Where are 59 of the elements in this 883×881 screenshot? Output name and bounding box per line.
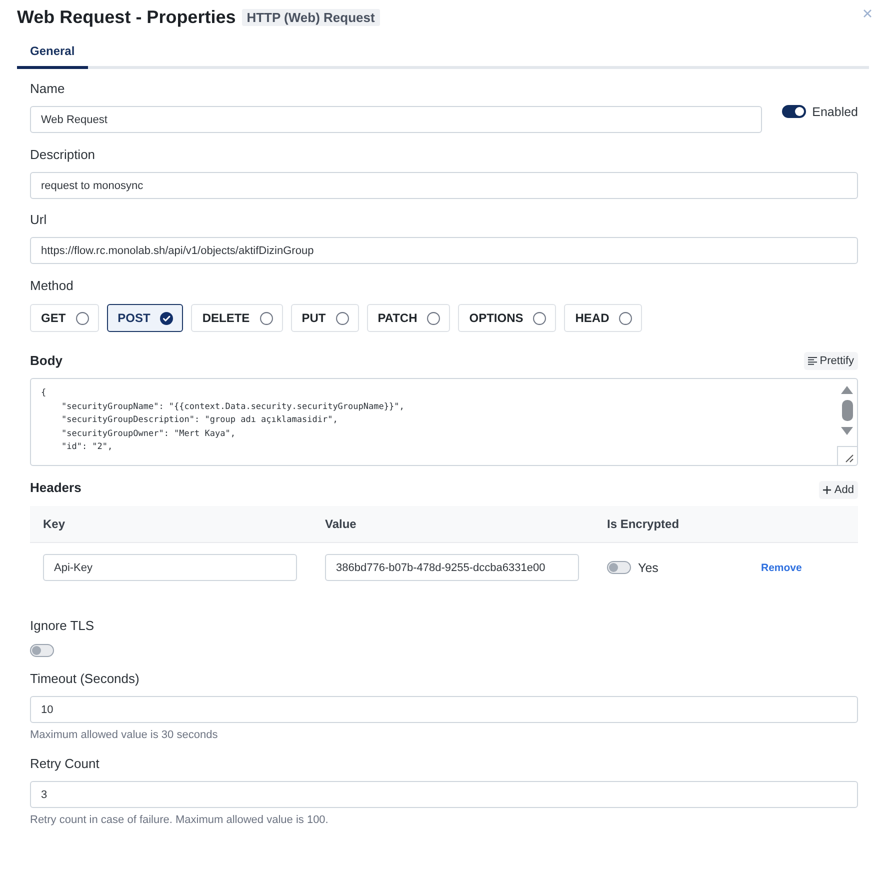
body-editor[interactable]: { "securityGroupName": "{{context.Data.security.securityGroupName}}", "securityGroupDescription": "group adı açıklamasidir", "securityGroupOwner": "Mert Kaya", "id": "2", [30, 378, 858, 466]
code-line: { [41, 387, 46, 400]
prettify-button[interactable]: Prettify [804, 352, 858, 370]
header-value-input[interactable]: 386bd776-b07b-478d-9255-dccba6331e00 [325, 554, 579, 581]
method-option[interactable]: OPTIONS [458, 304, 556, 332]
scroll-down-arrow-icon[interactable] [841, 427, 853, 435]
column-header: Is Encrypted [607, 517, 680, 531]
remove-link[interactable]: Remove [761, 562, 802, 574]
align-left-icon [808, 357, 817, 365]
method-option[interactable]: PUT [290, 304, 359, 332]
column-header: Key [43, 517, 66, 531]
column-header: Value [325, 517, 356, 531]
timeout-label: Timeout (Seconds) [30, 671, 140, 687]
retry-count-hint: Retry count in case of failure. Maximum allowed value is 100. [30, 813, 328, 827]
url-input[interactable]: https://flow.rc.monolab.sh/api/v1/objects/aktifDizinGroup [30, 237, 858, 264]
scroll-up-arrow-icon[interactable] [841, 386, 853, 394]
url-label: Url [30, 212, 47, 228]
retry-count-label: Retry Count [30, 756, 100, 772]
encrypted-label: Yes [638, 560, 658, 574]
code-line: "securityGroupName": "{{context.Data.security.securityGroupName}}", [60, 400, 404, 414]
description-label: Description [30, 147, 96, 163]
timeout-input[interactable]: 10 [30, 696, 858, 723]
header-key-input[interactable]: Api-Key [43, 554, 297, 581]
plus-icon [823, 486, 832, 494]
method-option[interactable]: POST [106, 304, 184, 332]
enabled-label: Enabled [812, 104, 858, 118]
radio-circle-icon [533, 312, 546, 324]
ignore-tls-label: Ignore TLS [30, 618, 94, 634]
type-badge: HTTP (Web) Request [242, 8, 380, 26]
name-label: Name [30, 81, 65, 97]
code-line: "id": "2", [60, 441, 113, 454]
scrollbar-thumb[interactable] [842, 400, 852, 421]
radio-circle-icon [260, 312, 273, 324]
code-line: "securityGroupDescription": "group adı açıklamasidir", [60, 414, 338, 427]
body-label: Body [30, 353, 62, 369]
method-option[interactable]: HEAD [564, 304, 642, 332]
ignore-tls-toggle[interactable] [30, 644, 54, 657]
method-option[interactable]: GET [30, 304, 99, 332]
radio-circle-icon [76, 312, 89, 324]
radio-circle-icon [619, 312, 632, 324]
close-icon[interactable] [863, 9, 872, 18]
check-circle-icon [160, 312, 174, 324]
timeout-hint: Maximum allowed value is 30 seconds [30, 728, 218, 742]
headers-label: Headers [30, 480, 82, 496]
dialog-title: Web Request - Properties [17, 7, 236, 27]
method-option[interactable]: DELETE [191, 304, 283, 332]
radio-circle-icon [427, 312, 440, 324]
code-line: "securityGroupOwner": "Mert Kaya", [60, 428, 236, 440]
method-option[interactable]: PATCH [366, 304, 450, 332]
add-button[interactable]: Add [819, 481, 858, 499]
radio-circle-icon [336, 312, 349, 324]
retry-count-input[interactable]: 3 [30, 781, 858, 808]
tab[interactable]: General [17, 35, 88, 69]
method-label: Method [30, 278, 74, 294]
name-input[interactable]: Web Request [30, 106, 762, 133]
resize-handle-icon[interactable] [837, 446, 857, 465]
enabled-toggle[interactable] [782, 105, 806, 118]
encrypted-toggle[interactable] [607, 561, 631, 574]
description-input[interactable]: request to monosync [30, 172, 858, 199]
